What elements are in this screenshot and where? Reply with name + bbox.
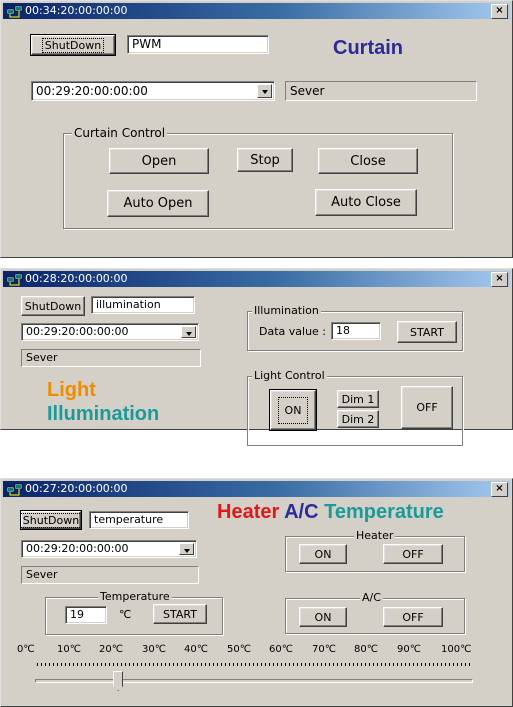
shutdown-button[interactable]: ShutDown: [30, 34, 116, 56]
scale-tick-label: 10℃: [57, 644, 81, 655]
time-combo-value: 00:29:20:00:00:00: [36, 84, 148, 98]
curtain-titlebar[interactable]: 00:34:20:00:00:00 ×: [3, 3, 510, 19]
status-field: Sever: [285, 81, 477, 101]
chevron-down-icon[interactable]: [257, 84, 272, 98]
page-heading: Heater A/C Temperature: [217, 501, 444, 524]
slider-ticks: [37, 663, 471, 666]
heater-on-button[interactable]: ON: [299, 544, 347, 564]
shutdown-button[interactable]: ShutDown: [19, 510, 83, 530]
slider-track: [35, 679, 473, 683]
network-computers-icon: [7, 483, 23, 496]
group-legend: A/C: [360, 591, 383, 604]
window-title: 00:28:20:00:00:00: [25, 272, 128, 285]
mode-field[interactable]: illumination: [91, 296, 195, 314]
ac-on-button[interactable]: ON: [299, 607, 347, 627]
auto-open-button[interactable]: Auto Open: [107, 190, 209, 217]
scale-tick-label: 30℃: [142, 644, 166, 655]
dim2-button[interactable]: Dim 2: [337, 410, 379, 428]
on-button[interactable]: ON: [269, 389, 317, 431]
illumination-heading: Illumination: [47, 403, 160, 425]
auto-close-button[interactable]: Auto Close: [315, 189, 417, 216]
celsius-unit-label: ℃: [119, 608, 132, 621]
window-title: 00:34:20:00:00:00: [25, 4, 128, 17]
temperature-titlebar[interactable]: 00:27:20:00:00:00 ×: [3, 481, 510, 497]
close-icon[interactable]: ×: [491, 4, 508, 19]
curtain-window: 00:34:20:00:00:00 × ShutDown PWM Curtain…: [0, 0, 513, 258]
network-computers-icon: [7, 5, 23, 18]
heater-heading: Heater: [217, 501, 280, 523]
temperature-start-button[interactable]: START: [153, 604, 207, 624]
network-computers-icon: [7, 273, 23, 286]
scale-tick-label: 40℃: [184, 644, 208, 655]
light-heading: Light: [47, 379, 96, 401]
stop-button[interactable]: Stop: [237, 148, 293, 172]
scale-tick-label: 100℃: [441, 644, 472, 655]
data-value-field[interactable]: 18: [331, 322, 381, 340]
heater-off-button[interactable]: OFF: [383, 544, 443, 564]
data-value-label: Data value :: [259, 325, 327, 338]
close-icon[interactable]: ×: [491, 482, 508, 497]
start-button[interactable]: START: [397, 321, 457, 343]
scale-tick-label: 80℃: [354, 644, 378, 655]
scale-tick-label: 20℃: [99, 644, 123, 655]
open-button[interactable]: Open: [109, 148, 209, 174]
time-combo[interactable]: 00:29:20:00:00:00: [21, 540, 197, 558]
scale-tick-label: 70℃: [312, 644, 336, 655]
slider-thumb[interactable]: [113, 671, 124, 691]
scale-tick-label: 60℃: [269, 644, 293, 655]
status-field: Sever: [21, 349, 201, 367]
mode-field[interactable]: PWM: [127, 35, 269, 54]
scale-tick-label: 0℃: [17, 644, 35, 655]
close-button[interactable]: Close: [318, 148, 418, 174]
window-title: 00:27:20:00:00:00: [25, 482, 128, 495]
group-legend: Illumination: [252, 304, 321, 317]
time-combo[interactable]: 00:29:20:00:00:00: [21, 323, 199, 341]
group-legend: Curtain Control: [72, 126, 168, 140]
group-legend: Temperature: [98, 590, 172, 603]
temperature-heading: Temperature: [324, 501, 444, 523]
time-combo[interactable]: 00:29:20:00:00:00: [31, 81, 275, 101]
on-button-label: ON: [277, 396, 309, 424]
scale-tick-label: 50℃: [227, 644, 251, 655]
chevron-down-icon[interactable]: [179, 543, 194, 555]
temperature-scale: 0℃ 10℃ 20℃ 30℃ 40℃ 50℃ 60℃ 70℃ 80℃ 90℃ 1…: [1, 644, 512, 658]
light-titlebar[interactable]: 00:28:20:00:00:00 ×: [3, 271, 510, 287]
time-combo-value: 00:29:20:00:00:00: [26, 542, 129, 555]
group-legend: Light Control: [252, 369, 327, 382]
off-button[interactable]: OFF: [401, 386, 453, 429]
chevron-down-icon[interactable]: [181, 326, 196, 338]
close-icon[interactable]: ×: [491, 272, 508, 287]
status-field: Sever: [21, 566, 199, 584]
temperature-window: 00:27:20:00:00:00 × ShutDown temperature…: [0, 478, 513, 707]
time-combo-value: 00:29:20:00:00:00: [26, 325, 129, 338]
shutdown-button-label: ShutDown: [41, 37, 105, 53]
ac-off-button[interactable]: OFF: [383, 607, 443, 627]
shutdown-button-label: ShutDown: [19, 512, 83, 528]
group-legend: Heater: [354, 529, 396, 542]
ac-heading: A/C: [284, 501, 319, 523]
temperature-slider[interactable]: [31, 663, 477, 699]
dim1-button[interactable]: Dim 1: [337, 390, 379, 408]
mode-field[interactable]: temperature: [89, 511, 189, 529]
shutdown-button[interactable]: ShutDown: [21, 296, 85, 316]
light-window: 00:28:20:00:00:00 × ShutDown illuminatio…: [0, 268, 513, 446]
scale-tick-label: 90℃: [397, 644, 421, 655]
temperature-field[interactable]: 19: [65, 606, 107, 624]
page-heading: Curtain: [333, 37, 403, 59]
